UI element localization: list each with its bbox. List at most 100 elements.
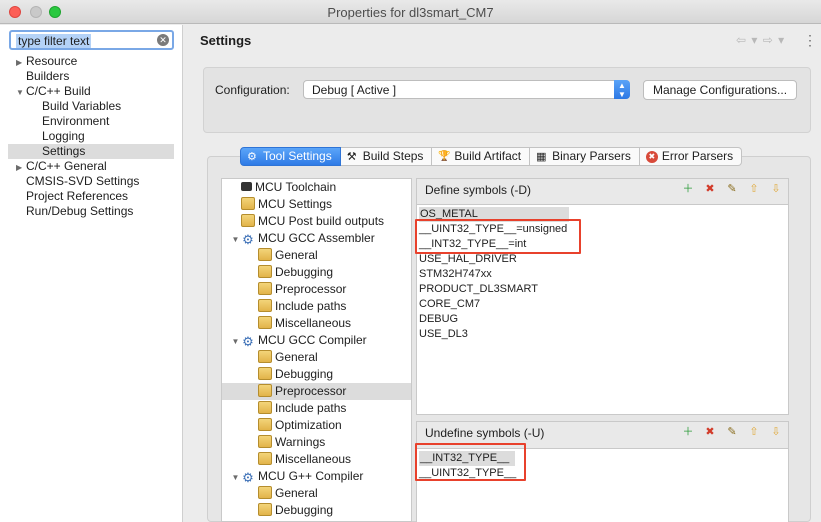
define-symbol-item[interactable]: CORE_CM7 [419, 297, 480, 312]
settings-tree-label: MCU Post build outputs [258, 214, 385, 228]
nav-item[interactable]: ▶ C/C++ General [16, 159, 107, 174]
undefine-symbols-title: Undefine symbols (-U) [425, 426, 545, 440]
tab-binary-parsers[interactable]: ▦ Binary Parsers [530, 147, 640, 166]
settings-tree-item[interactable]: Miscellaneous [222, 315, 411, 332]
gear-icon: ⚙ [242, 334, 254, 349]
settings-tree-item[interactable]: MCU Toolchain [222, 179, 411, 196]
nav-item[interactable]: Builders [16, 69, 69, 84]
settings-tree-label: MCU GCC Compiler [258, 333, 367, 347]
nav-item[interactable]: Settings [8, 144, 174, 159]
define-symbol-item[interactable]: PRODUCT_DL3SMART [419, 282, 538, 297]
settings-tree-item[interactable]: MCU Settings [222, 196, 411, 213]
folder-icon [258, 350, 272, 363]
folder-icon [258, 299, 272, 312]
tab-tool-settings[interactable]: ⚙ Tool Settings [240, 147, 341, 166]
tab-label: Binary Parsers [552, 149, 631, 163]
title-bar: Properties for dl3smart_CM7 [0, 0, 821, 24]
expand-down-icon[interactable]: ▼ [230, 231, 241, 248]
tab-label: Build Steps [362, 149, 424, 163]
nav-item-label: Logging [42, 129, 85, 143]
settings-tree-item[interactable]: Preprocessor [222, 281, 411, 298]
settings-tree-label: Debugging [275, 367, 334, 381]
settings-tree-item[interactable]: ▼ ⚙ MCU GCC Compiler [222, 332, 411, 350]
settings-tree-item[interactable]: General [222, 247, 411, 264]
nav-item[interactable]: Logging [42, 129, 85, 144]
delete-icon[interactable]: ✖ [702, 181, 718, 197]
nav-item[interactable]: ▶ Resource [16, 54, 77, 69]
edit-icon[interactable]: ✎ [724, 424, 740, 440]
view-menu-icon[interactable]: ⋮ [803, 32, 817, 49]
add-icon[interactable]: ＋ [680, 181, 696, 197]
define-symbol-item[interactable]: STM32H747xx [419, 267, 492, 282]
settings-tree-item[interactable]: ▼ ⚙ MCU G++ Compiler [222, 468, 411, 486]
tool-settings-tree[interactable]: MCU Toolchain MCU Settings MCU Post build … [221, 178, 412, 522]
settings-tree-item[interactable]: Warnings [222, 434, 411, 451]
settings-tree-label: Miscellaneous [275, 316, 352, 330]
settings-tree-item[interactable]: Debugging [222, 502, 411, 519]
settings-tree-item[interactable]: MCU Post build outputs [222, 213, 411, 230]
settings-tree-item[interactable]: Miscellaneous [222, 451, 411, 468]
configuration-group [203, 67, 811, 133]
nav-item-label: Settings [42, 144, 86, 158]
delete-icon[interactable]: ✖ [702, 424, 718, 440]
manage-configurations-button[interactable]: Manage Configurations... [643, 80, 797, 100]
nav-item-label: C/C++ General [26, 159, 107, 173]
expand-right-icon[interactable]: ▶ [16, 160, 26, 175]
settings-tree-item[interactable]: Include paths [222, 400, 411, 417]
filter-input[interactable]: type filter text ✕ [9, 30, 174, 50]
settings-tree-label: Debugging [275, 265, 334, 279]
expand-down-icon[interactable]: ▼ [230, 469, 241, 486]
folder-icon [258, 282, 272, 295]
add-icon[interactable]: ＋ [680, 424, 696, 440]
binary-icon: ▦ [536, 150, 547, 163]
back-forward-icon[interactable]: ⇦ ▾ ⇨ ▾ [736, 33, 785, 47]
edit-icon[interactable]: ✎ [724, 181, 740, 197]
nav-item[interactable]: Run/Debug Settings [16, 204, 133, 219]
move-up-icon[interactable]: ⇧ [746, 181, 762, 197]
nav-item-label: Environment [42, 114, 110, 128]
settings-tree-label: Include paths [275, 299, 347, 313]
tab-build-artifact[interactable]: 🏆 Build Artifact [432, 147, 531, 166]
settings-tree-label: MCU GCC Assembler [258, 231, 375, 245]
filter-input-text: type filter text [16, 34, 92, 48]
nav-item[interactable]: ▼ C/C++ Build [16, 84, 91, 99]
hammer-icon: ⚒ [346, 150, 357, 163]
expand-down-icon[interactable]: ▼ [230, 333, 241, 350]
nav-item[interactable]: Project References [16, 189, 128, 204]
define-symbol-item[interactable]: DEBUG [419, 312, 458, 327]
move-down-icon[interactable]: ⇩ [768, 424, 784, 440]
settings-tree-label: MCU G++ Compiler [258, 469, 364, 483]
move-up-icon[interactable]: ⇧ [746, 424, 762, 440]
configuration-select[interactable]: Debug [ Active ] ▲ ▼ [303, 80, 630, 99]
settings-tree-item[interactable]: General [222, 485, 411, 502]
settings-tree-label: Optimization [275, 418, 342, 432]
settings-tree-item[interactable]: Debugging [222, 264, 411, 281]
tab-build-steps[interactable]: ⚒ Build Steps [340, 147, 433, 166]
configuration-value: Debug [ Active ] [312, 83, 397, 97]
tab-error-parsers[interactable]: ✖ Error Parsers [639, 147, 743, 166]
highlight-box [415, 219, 581, 254]
nav-item-label: Build Variables [42, 99, 122, 113]
expand-down-icon[interactable]: ▼ [16, 85, 26, 100]
nav-item[interactable]: CMSIS-SVD Settings [16, 174, 139, 189]
settings-tree-item[interactable]: General [222, 349, 411, 366]
clear-icon[interactable]: ✕ [157, 34, 169, 46]
define-symbol-item[interactable]: USE_DL3 [419, 327, 468, 342]
settings-tree-item[interactable]: ▼ ⚙ MCU GCC Assembler [222, 230, 411, 248]
nav-item-label: Run/Debug Settings [26, 204, 134, 218]
folder-icon [258, 265, 272, 278]
folder-icon [258, 384, 272, 397]
settings-tree-label: MCU Settings [258, 197, 333, 211]
nav-item[interactable]: Build Variables [42, 99, 121, 114]
move-down-icon[interactable]: ⇩ [768, 181, 784, 197]
settings-tree-item[interactable]: Debugging [222, 366, 411, 383]
nav-item[interactable]: Environment [42, 114, 109, 129]
settings-tree-item[interactable]: Include paths [222, 298, 411, 315]
settings-tree-item[interactable]: Preprocessor [222, 383, 411, 400]
settings-tree-item[interactable]: Optimization [222, 417, 411, 434]
settings-tree-label: Warnings [275, 435, 326, 449]
define-symbol-item[interactable]: USE_HAL_DRIVER [419, 252, 517, 267]
expand-right-icon[interactable]: ▶ [16, 55, 26, 70]
settings-tree-label: General [275, 248, 318, 262]
nav-item-label: CMSIS-SVD Settings [26, 174, 140, 188]
